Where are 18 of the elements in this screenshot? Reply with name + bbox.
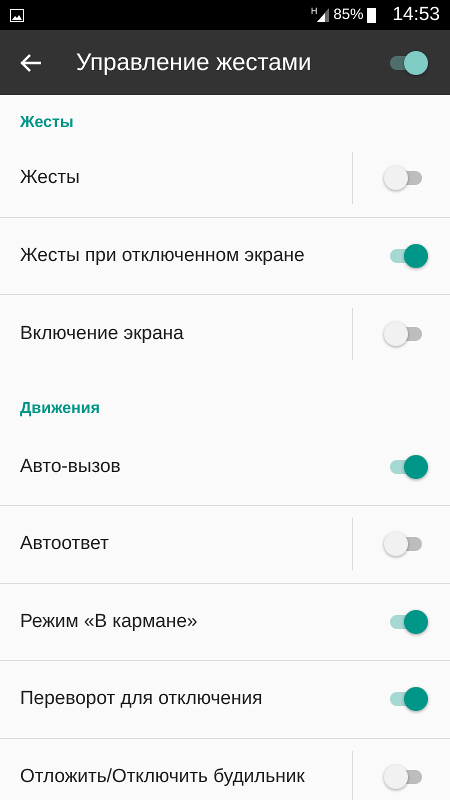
setting-label: Авто-вызов (20, 454, 122, 478)
signal-icon (317, 8, 330, 22)
setting-label: Режим «В кармане» (20, 610, 198, 634)
screen-title: Управление жестами (76, 48, 312, 78)
setting-label: Включение экрана (20, 322, 185, 346)
battery-icon (367, 8, 376, 22)
setting-label: Отложить/Отключить будильник (20, 765, 306, 789)
image-icon (10, 8, 24, 22)
setting-label: Жесты (20, 166, 81, 190)
network-label: H (310, 5, 318, 18)
setting-label: Переворот для отключения (20, 687, 264, 711)
clock: 14:53 (392, 2, 440, 27)
setting-label: Жесты при отключенном экране (20, 244, 306, 268)
battery-percent: 85% (333, 4, 364, 25)
section-header: Движения (19, 398, 101, 418)
back-arrow-icon[interactable] (20, 52, 42, 72)
setting-label: Автоответ (20, 532, 110, 556)
section-header: Жесты (19, 113, 75, 133)
